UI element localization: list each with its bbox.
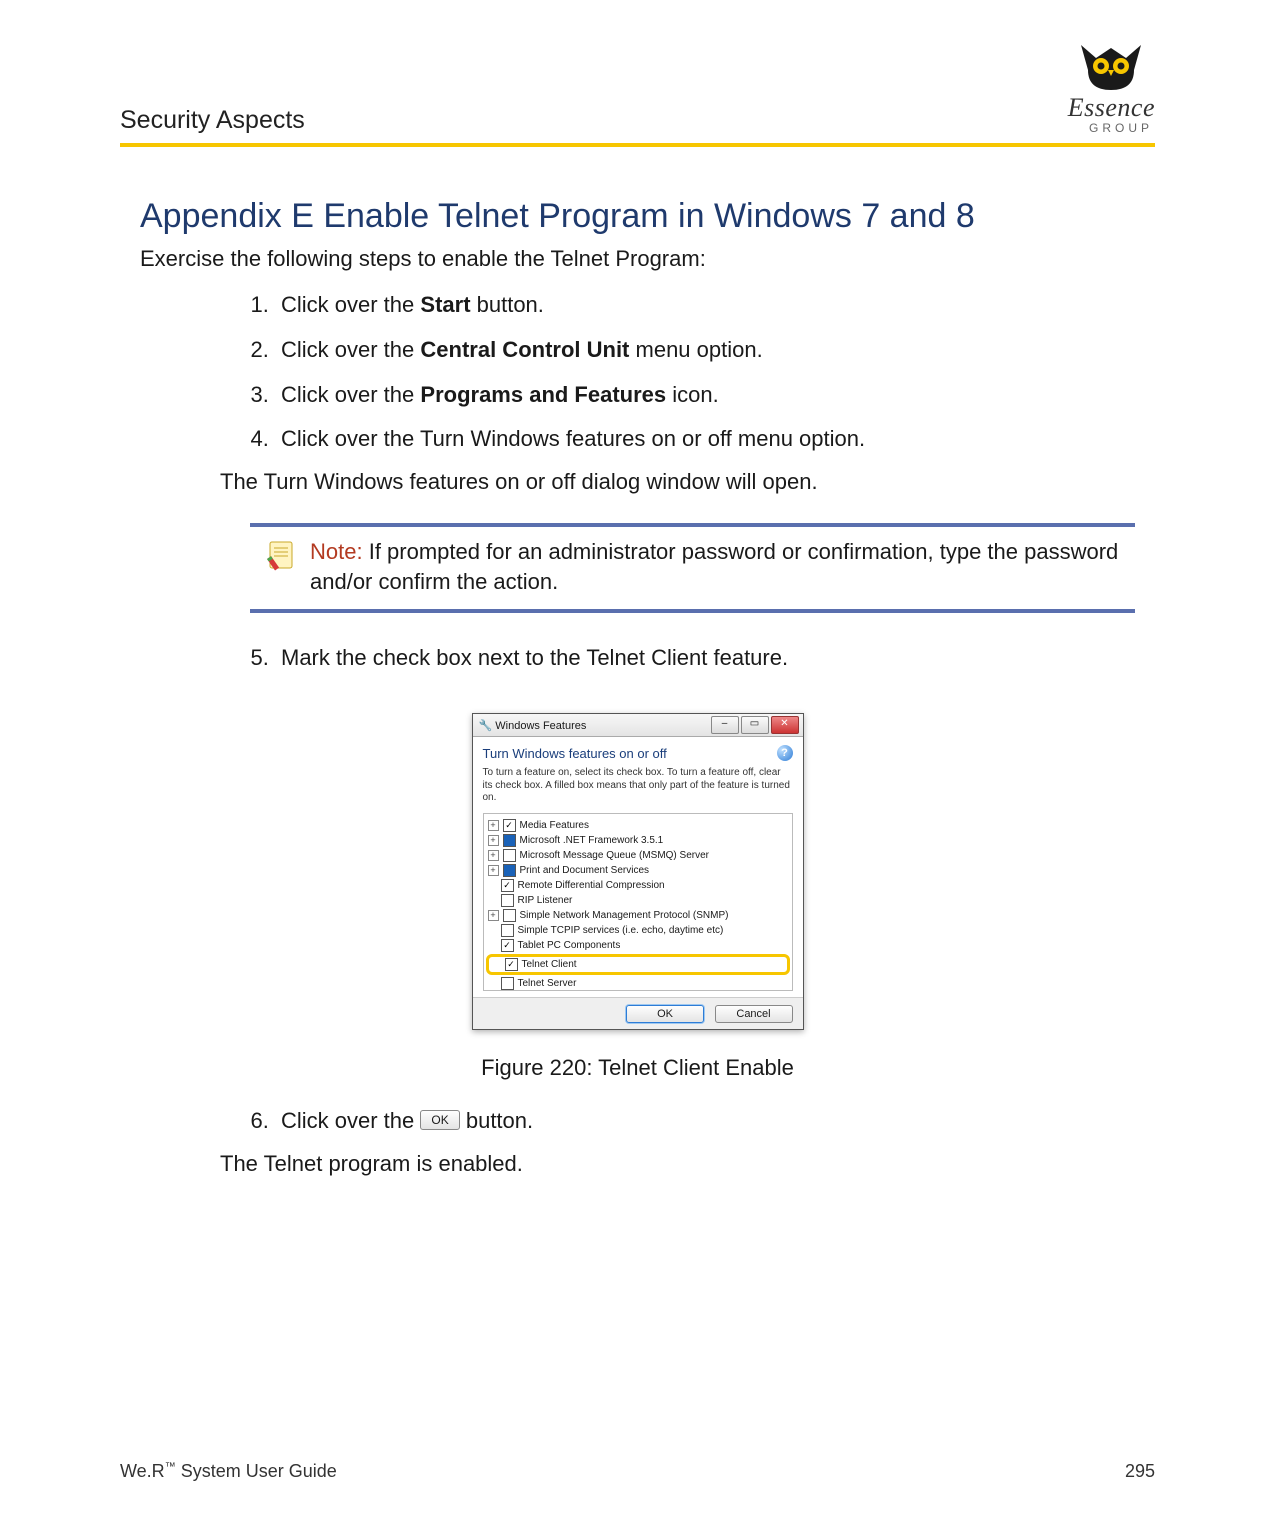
expand-icon: [488, 881, 497, 890]
minimize-button[interactable]: –: [711, 716, 739, 734]
expand-icon: [492, 960, 501, 969]
figure-caption: Figure 220: Telnet Client Enable: [140, 1055, 1135, 1081]
note-box: Note: If prompted for an administrator p…: [250, 523, 1135, 612]
feature-label: Remote Differential Compression: [518, 880, 665, 891]
feature-label: Tablet PC Components: [518, 940, 621, 951]
feature-label: Telnet Server: [518, 978, 577, 989]
appendix-heading: Appendix E Enable Telnet Program in Wind…: [140, 197, 1135, 236]
step-text: Click over the: [281, 292, 420, 317]
feature-row[interactable]: + Print and Document Services: [486, 863, 790, 878]
dialog-title: Windows Features: [495, 720, 586, 732]
dialog-heading: Turn Windows features on or off: [483, 746, 667, 761]
feature-checkbox[interactable]: [501, 879, 514, 892]
step-bold: Central Control Unit: [420, 337, 629, 362]
expand-icon[interactable]: +: [488, 865, 499, 876]
step-5: Mark the check box next to the Telnet Cl…: [275, 643, 1135, 674]
expand-icon: [488, 941, 497, 950]
feature-list[interactable]: + Media Features + Microsoft .NET Framework…: [483, 813, 793, 991]
note-text: Note: If prompted for an administrator p…: [310, 537, 1121, 596]
step-text: Click over the: [281, 1108, 420, 1133]
note-label: Note:: [310, 539, 363, 564]
step-1: Click over the Start button.: [275, 290, 1135, 321]
step-2: Click over the Central Control Unit menu…: [275, 335, 1135, 366]
steps-list: Click over the Start button. Click over …: [140, 290, 1135, 455]
page-number: 295: [1125, 1461, 1155, 1482]
feature-checkbox[interactable]: [501, 894, 514, 907]
steps-list-cont2: Click over the OK button.: [140, 1106, 1135, 1137]
section-title: Security Aspects: [120, 106, 305, 135]
step-text: icon.: [666, 382, 719, 407]
page-footer: We.R™ System User Guide 295: [120, 1461, 1155, 1482]
feature-row[interactable]: Remote Differential Compression: [486, 878, 790, 893]
expand-icon[interactable]: +: [488, 850, 499, 861]
note-body: If prompted for an administrator passwor…: [310, 539, 1118, 594]
dialog-description: To turn a feature on, select its check b…: [483, 767, 793, 805]
maximize-button[interactable]: ▭: [741, 716, 769, 734]
dialog-titlebar: 🔧 Windows Features – ▭ ✕: [473, 714, 803, 737]
step-6: Click over the OK button.: [275, 1106, 1135, 1137]
feature-row[interactable]: + Media Features: [486, 818, 790, 833]
expand-icon: [488, 926, 497, 935]
feature-label: Simple TCPIP services (i.e. echo, daytim…: [518, 925, 724, 936]
feature-checkbox[interactable]: [503, 849, 516, 862]
step-text: menu option.: [629, 337, 762, 362]
feature-label: Media Features: [520, 820, 589, 831]
feature-row[interactable]: RIP Listener: [486, 893, 790, 908]
windows-features-dialog: 🔧 Windows Features – ▭ ✕ Turn Windows fe…: [472, 713, 804, 1030]
feature-label: Microsoft .NET Framework 3.5.1: [520, 835, 664, 846]
feature-checkbox[interactable]: [503, 864, 516, 877]
expand-icon: [488, 896, 497, 905]
feature-label: Print and Document Services: [520, 865, 650, 876]
cancel-button[interactable]: Cancel: [715, 1005, 793, 1023]
feature-checkbox[interactable]: [501, 924, 514, 937]
step-bold: Programs and Features: [420, 382, 666, 407]
step-text: button.: [460, 1108, 533, 1133]
steps-list-cont: Mark the check box next to the Telnet Cl…: [140, 643, 1135, 674]
owl-icon: [1076, 40, 1146, 95]
feature-label: Simple Network Management Protocol (SNMP…: [520, 910, 729, 921]
brand-name: Essence: [1068, 93, 1155, 123]
note-icon: [264, 539, 298, 573]
feature-row[interactable]: Tablet PC Components: [486, 938, 790, 953]
feature-row[interactable]: + Simple Network Management Protocol (SNM…: [486, 908, 790, 923]
expand-icon[interactable]: +: [488, 910, 499, 921]
feature-label: Microsoft Message Queue (MSMQ) Server: [520, 850, 710, 861]
feature-row[interactable]: + Microsoft .NET Framework 3.5.1: [486, 833, 790, 848]
expand-icon[interactable]: +: [488, 835, 499, 846]
step-4: Click over the Turn Windows features on …: [275, 424, 1135, 455]
close-button[interactable]: ✕: [771, 716, 799, 734]
intro-text: Exercise the following steps to enable t…: [140, 246, 1135, 272]
step-text: button.: [471, 292, 544, 317]
help-icon[interactable]: ?: [777, 745, 793, 761]
brand-logo: Essence GROUP: [1068, 40, 1155, 135]
feature-label: RIP Listener: [518, 895, 573, 906]
feature-row[interactable]: + Microsoft Message Queue (MSMQ) Server: [486, 848, 790, 863]
brand-subname: GROUP: [1068, 121, 1155, 135]
feature-row[interactable]: Simple TCPIP services (i.e. echo, daytim…: [486, 923, 790, 938]
feature-row[interactable]: Telnet Server: [486, 976, 790, 991]
step-text: Click over the: [281, 382, 420, 407]
feature-checkbox[interactable]: [505, 958, 518, 971]
ok-button[interactable]: OK: [626, 1005, 704, 1023]
feature-row[interactable]: Telnet Client: [486, 954, 790, 975]
expand-icon[interactable]: +: [488, 820, 499, 831]
post-step-text: The Telnet program is enabled.: [220, 1151, 1135, 1177]
post-step-text: The Turn Windows features on or off dial…: [220, 469, 1135, 495]
expand-icon: [488, 979, 497, 988]
feature-checkbox[interactable]: [501, 939, 514, 952]
step-text: Click over the Turn Windows features on …: [281, 426, 865, 451]
step-bold: Start: [420, 292, 470, 317]
page-header: Security Aspects Essence GROUP: [120, 60, 1155, 135]
step-3: Click over the Programs and Features ico…: [275, 380, 1135, 411]
feature-checkbox[interactable]: [503, 909, 516, 922]
step-text: Click over the: [281, 337, 420, 362]
step-text: Mark the check box next to the Telnet Cl…: [281, 645, 788, 670]
header-divider: [120, 143, 1155, 147]
feature-checkbox[interactable]: [503, 834, 516, 847]
feature-checkbox[interactable]: [503, 819, 516, 832]
footer-left: We.R™ System User Guide: [120, 1461, 337, 1482]
inline-ok-button: OK: [420, 1110, 459, 1131]
feature-label: Telnet Client: [522, 959, 577, 970]
feature-checkbox[interactable]: [501, 977, 514, 990]
